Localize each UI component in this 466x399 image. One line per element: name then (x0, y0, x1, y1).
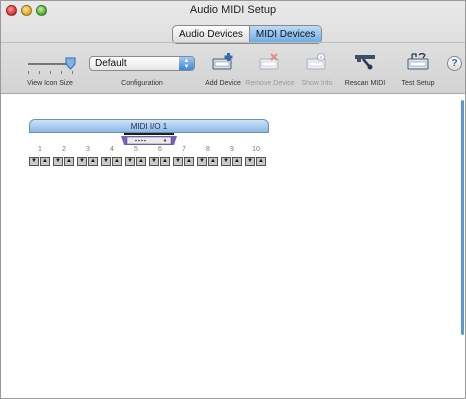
midi-out-connector[interactable]: ▲ (256, 157, 266, 166)
vertical-scrollbar[interactable] (461, 100, 464, 335)
midi-out-connector[interactable]: ▲ (208, 157, 218, 166)
midi-in-connector[interactable]: ▼ (101, 157, 111, 166)
show-info-icon (306, 53, 326, 70)
remove-device-label: Remove Device (245, 80, 295, 87)
test-setup-button[interactable]: Test Setup (397, 49, 439, 91)
remove-device-button[interactable]: Remove Device (245, 49, 295, 91)
test-setup-label: Test Setup (401, 80, 435, 87)
midi-in-connector[interactable]: ▼ (173, 157, 183, 166)
midi-port[interactable]: ▼ ▲ (29, 157, 51, 166)
port-connectors: ▼ ▲ ▼ ▲ ▼ ▲ ▼ ▲ ▼ ▲ ▼ ▲ ▼ ▲ ▼ ▲ ▼ ▲ ▼ ▲ (29, 157, 269, 167)
port-number: 6 (158, 146, 162, 153)
title-bar: Audio MIDI Setup (1, 1, 465, 21)
port-number: 9 (230, 146, 234, 153)
midi-port[interactable]: ▼ ▲ (245, 157, 267, 166)
port-number: 8 (206, 146, 210, 153)
add-device-icon (212, 53, 233, 70)
tab-midi-devices[interactable]: MIDI Devices (248, 26, 322, 43)
device-header[interactable]: MIDI I/O 1 (29, 119, 269, 133)
midi-port[interactable]: ▼ ▲ (149, 157, 171, 166)
midi-port[interactable]: ▼ ▲ (101, 157, 123, 166)
test-setup-icon (407, 53, 429, 70)
midi-out-connector[interactable]: ▲ (136, 157, 146, 166)
midi-out-connector[interactable]: ▲ (88, 157, 98, 166)
midi-in-connector[interactable]: ▼ (221, 157, 231, 166)
midi-devices-canvas[interactable]: MIDI I/O 1 1 2 3 4 5 6 7 8 9 10 ▼ ▲ ▼ ▲ … (1, 94, 465, 398)
midi-out-connector[interactable]: ▲ (232, 157, 242, 166)
remove-device-icon (259, 53, 279, 70)
midi-in-connector[interactable]: ▼ (29, 157, 39, 166)
device-name: MIDI I/O 1 (130, 122, 168, 131)
midi-port[interactable]: ▼ ▲ (173, 157, 195, 166)
rescan-midi-label: Rescan MIDI (344, 80, 386, 87)
midi-out-connector[interactable]: ▲ (160, 157, 170, 166)
midi-port[interactable]: ▼ ▲ (125, 157, 147, 166)
tab-audio-devices[interactable]: Audio Devices (173, 26, 249, 43)
midi-port[interactable]: ▼ ▲ (53, 157, 75, 166)
midi-in-connector[interactable]: ▼ (77, 157, 87, 166)
rescan-midi-icon (355, 55, 375, 70)
port-numbers: 1 2 3 4 5 6 7 8 9 10 (29, 146, 269, 156)
midi-in-connector[interactable]: ▼ (53, 157, 63, 166)
port-number: 7 (182, 146, 186, 153)
midi-port[interactable]: ▼ ▲ (77, 157, 99, 166)
add-device-button[interactable]: Add Device (201, 49, 245, 91)
show-info-label: Show Info (301, 80, 333, 87)
window-title: Audio MIDI Setup (189, 4, 277, 16)
midi-in-connector[interactable]: ▼ (149, 157, 159, 166)
show-info-button[interactable]: Show Info (297, 49, 337, 91)
midi-out-connector[interactable]: ▲ (64, 157, 74, 166)
port-number: 4 (110, 146, 114, 153)
configuration-label: Configuration (121, 80, 163, 87)
toolbar-divider (1, 42, 465, 43)
midi-device-card[interactable]: MIDI I/O 1 1 2 3 4 5 6 7 8 9 10 ▼ ▲ ▼ ▲ … (29, 119, 269, 176)
slider-ticks (28, 71, 73, 74)
midi-in-connector[interactable]: ▼ (197, 157, 207, 166)
midi-port[interactable]: ▼ ▲ (221, 157, 243, 166)
midi-interface-icon[interactable] (121, 133, 177, 146)
select-arrows-icon: ▲ ▼ (179, 57, 194, 70)
port-number: 2 (62, 146, 66, 153)
audio-midi-setup-window: Audio MIDI Setup Audio Devices MIDI Devi… (0, 0, 466, 399)
rescan-midi-button[interactable]: Rescan MIDI (341, 49, 389, 91)
help-button[interactable]: ? (447, 56, 462, 71)
midi-out-connector[interactable]: ▲ (40, 157, 50, 166)
slider-knob-icon[interactable] (65, 57, 76, 70)
configuration-value: Default (95, 58, 127, 69)
view-icon-size-label: View Icon Size (27, 80, 73, 87)
add-device-label: Add Device (205, 80, 241, 87)
configuration-select[interactable]: Default ▲ ▼ (89, 56, 195, 71)
port-number: 3 (86, 146, 90, 153)
port-number: 1 (38, 146, 42, 153)
midi-out-connector[interactable]: ▲ (112, 157, 122, 166)
device-body (29, 133, 269, 146)
midi-in-connector[interactable]: ▼ (125, 157, 135, 166)
port-number: 5 (134, 146, 138, 153)
midi-in-connector[interactable]: ▼ (245, 157, 255, 166)
midi-port[interactable]: ▼ ▲ (197, 157, 219, 166)
port-number: 10 (252, 146, 260, 153)
midi-out-connector[interactable]: ▲ (184, 157, 194, 166)
toolbar: Audio MIDI Setup Audio Devices MIDI Devi… (1, 1, 465, 94)
